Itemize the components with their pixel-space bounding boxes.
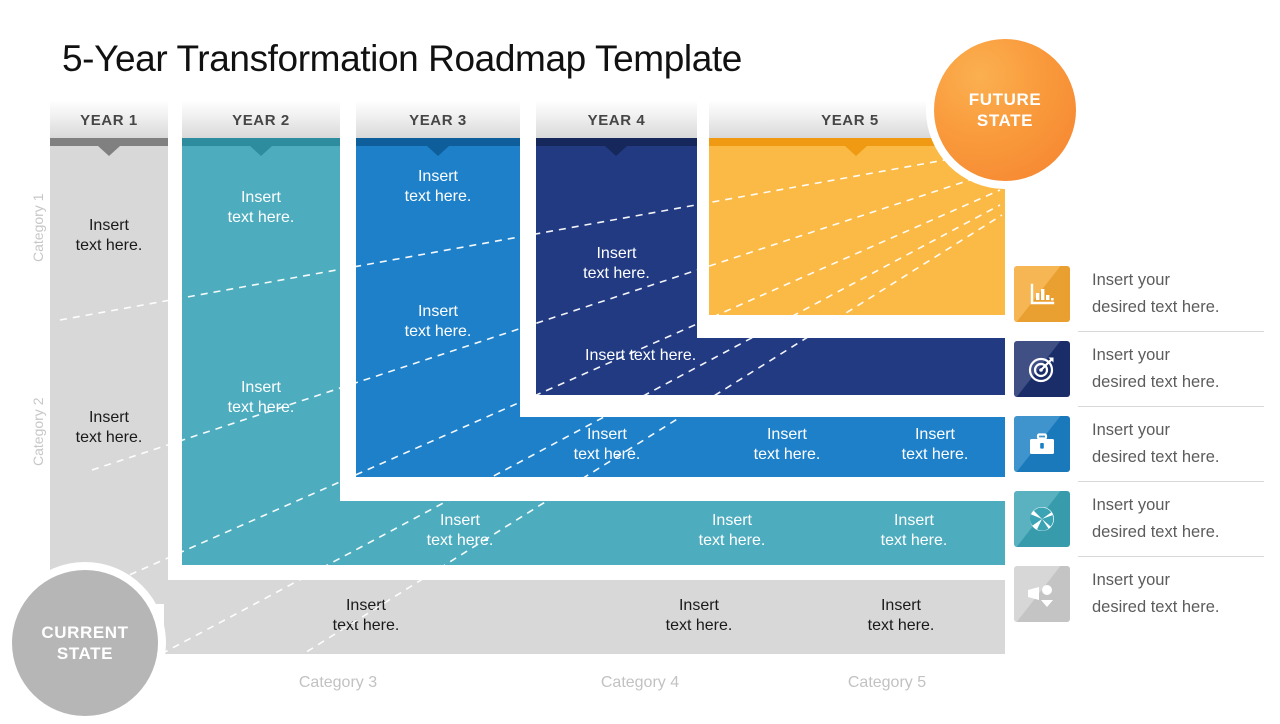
bottom-category-4: Category 4 (600, 674, 680, 691)
year-header-3[interactable]: YEAR 3 (356, 102, 520, 138)
legend-list: Insert your desired text here. Insert yo… (1014, 256, 1272, 631)
block-gray-column: Insert text here. Insert text here. (50, 140, 168, 604)
year-label-2: YEAR 2 (232, 111, 290, 129)
bar-chart-icon (1014, 265, 1070, 322)
side-category-1: Category 1 (30, 193, 46, 262)
legend-item[interactable]: Insert your desired text here. (1014, 406, 1272, 481)
briefcase-icon (1014, 415, 1070, 472)
current-state-line2: STATE (56, 644, 114, 663)
cell-gray-row-2: Insert text here. (665, 597, 733, 635)
bottom-category-5: Category 5 (847, 674, 927, 691)
legend-item[interactable]: Insert your desired text here. (1014, 331, 1272, 406)
legend-item[interactable]: Insert your desired text here. (1014, 556, 1272, 631)
legend-item[interactable]: Insert your desired text here. (1014, 481, 1272, 556)
cell-gray-row-1: Insert text here. (332, 597, 400, 635)
cell-navy-col-1: Insert text here. (583, 245, 650, 283)
year-accent-bar-2 (182, 138, 340, 146)
page-title: 5-Year Transformation Roadmap Template (62, 38, 742, 79)
year-header-4[interactable]: YEAR 4 (536, 102, 697, 138)
year-notch-2 (250, 146, 272, 156)
current-state-circle[interactable]: CURRENT STATE (12, 570, 158, 716)
bottom-category-3: Category 3 (298, 674, 378, 691)
legend-item[interactable]: Insert your desired text here. (1014, 256, 1272, 331)
presentation-icon (1014, 565, 1070, 622)
block-gray-row: Insert text here. Insert text here. Inse… (164, 580, 1005, 654)
roadmap-slide: 5-Year Transformation Roadmap Template C… (0, 0, 1280, 724)
cell-teal-row-3: Insert text here. (880, 512, 948, 550)
year-notch-5 (845, 146, 867, 156)
year-notch-4 (605, 146, 627, 156)
block-blue-column: Insert text here. Insert text here. (356, 140, 520, 477)
future-state-line2: STATE (976, 111, 1034, 130)
cell-teal-row-1: Insert text here. (426, 512, 494, 550)
cell-gray-row-3: Insert text here. (867, 597, 935, 635)
year-notch-1 (98, 146, 120, 156)
cell-gray-col-1: Insert text here. (75, 217, 143, 255)
cell-navy-row-1: Insert text here. (585, 347, 697, 364)
cell-teal-col-2: Insert text here. (227, 379, 295, 417)
side-category-2: Category 2 (30, 397, 46, 466)
year-accent-bar-3 (356, 138, 520, 146)
block-teal-column: Insert text here. Insert text here. (182, 140, 340, 565)
year-label-3: YEAR 3 (409, 111, 467, 129)
legend-item-text: Insert your desired text here. (1092, 271, 1220, 316)
future-state-circle[interactable]: FUTURE STATE (934, 39, 1076, 181)
cell-blue-col-1: Insert text here. (404, 168, 472, 206)
year-header-2[interactable]: YEAR 2 (182, 102, 340, 138)
year-notch-3 (427, 146, 449, 156)
cell-blue-col-2: Insert text here. (404, 303, 472, 341)
legend-item-text: Insert your desired text here. (1092, 571, 1220, 616)
aperture-icon (1014, 490, 1070, 547)
cell-blue-row-3: Insert text here. (901, 426, 969, 464)
cell-teal-col-1: Insert text here. (227, 189, 295, 227)
year-label-5: YEAR 5 (821, 111, 879, 129)
year-header-1[interactable]: YEAR 1 (50, 102, 168, 138)
legend-item-text: Insert your desired text here. (1092, 496, 1220, 541)
year-accent-bar-1 (50, 138, 168, 146)
year-label-1: YEAR 1 (80, 111, 138, 129)
target-icon (1014, 340, 1070, 397)
legend-item-text: Insert your desired text here. (1092, 421, 1220, 466)
cell-gray-col-2: Insert text here. (75, 409, 143, 447)
year-label-4: YEAR 4 (587, 111, 646, 129)
block-blue-row: Insert text here. Insert text here. Inse… (520, 417, 1005, 477)
year-accent-bar-4 (536, 138, 697, 146)
legend-item-text: Insert your desired text here. (1092, 346, 1220, 391)
future-state-line1: FUTURE (968, 89, 1042, 109)
current-state-line1: CURRENT (41, 622, 129, 642)
block-teal-row: Insert text here. Insert text here. Inse… (340, 501, 1005, 565)
cell-blue-row-1: Insert text here. (573, 426, 641, 464)
cell-teal-row-2: Insert text here. (698, 512, 766, 550)
